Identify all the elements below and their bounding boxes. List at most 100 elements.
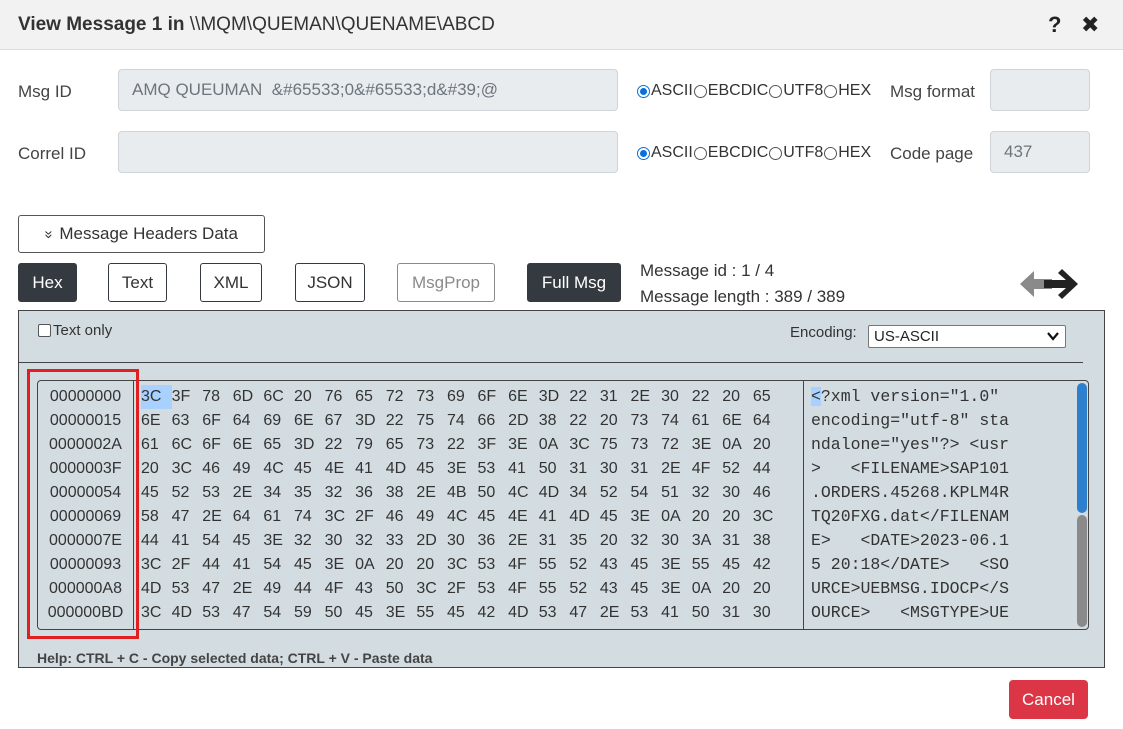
correl-id-field[interactable]: [118, 131, 618, 173]
hex-byte[interactable]: 4D: [172, 601, 203, 625]
hex-byte[interactable]: 4F: [692, 457, 723, 481]
hex-byte[interactable]: 52: [172, 481, 203, 505]
hex-byte[interactable]: 53: [661, 625, 692, 629]
hex-byte[interactable]: 49: [416, 625, 447, 629]
hex-byte[interactable]: 30: [600, 457, 631, 481]
hex-byte[interactable]: 47: [692, 625, 723, 629]
hex-byte[interactable]: 2E: [600, 601, 631, 625]
msg-format-field[interactable]: [990, 69, 1090, 111]
hex-byte[interactable]: 6C: [172, 433, 203, 457]
hex-byte[interactable]: 54: [722, 625, 753, 629]
hex-byte[interactable]: 72: [661, 433, 692, 457]
hex-byte[interactable]: 3E: [263, 529, 294, 553]
hex-byte[interactable]: 55: [539, 577, 570, 601]
hex-byte[interactable]: 20: [722, 505, 753, 529]
hex-byte[interactable]: 2E: [202, 505, 233, 529]
hex-byte[interactable]: 59: [294, 601, 325, 625]
hex-byte[interactable]: 53: [202, 481, 233, 505]
hex-byte[interactable]: 49: [233, 457, 264, 481]
hex-byte[interactable]: 45: [294, 625, 325, 629]
hex-byte[interactable]: 3E: [692, 433, 723, 457]
hex-byte[interactable]: 41: [233, 553, 264, 577]
hex-byte[interactable]: 64: [233, 505, 264, 529]
hex-byte[interactable]: 0A: [355, 553, 386, 577]
hex-byte[interactable]: 31: [631, 457, 662, 481]
hex-byte[interactable]: 4D: [569, 505, 600, 529]
hex-byte[interactable]: 53: [355, 625, 386, 629]
hex-byte[interactable]: 53: [172, 577, 203, 601]
hex-byte[interactable]: 36: [355, 481, 386, 505]
hex-byte[interactable]: 4B: [447, 481, 478, 505]
hex-byte[interactable]: 31: [722, 529, 753, 553]
hex-byte[interactable]: 41: [172, 529, 203, 553]
hex-byte[interactable]: 63: [172, 409, 203, 433]
hex-byte[interactable]: 44: [447, 625, 478, 629]
correl-id-radio-hex[interactable]: [824, 146, 838, 160]
hex-byte[interactable]: 41: [539, 505, 570, 529]
hex-byte[interactable]: 43: [355, 577, 386, 601]
hex-byte[interactable]: 65: [753, 385, 784, 409]
hex-byte[interactable]: 4D: [631, 625, 662, 629]
hex-byte[interactable]: 3E: [447, 457, 478, 481]
hex-byte[interactable]: 47: [202, 577, 233, 601]
hex-byte[interactable]: 3D: [294, 433, 325, 457]
hex-byte[interactable]: 42: [478, 601, 509, 625]
correl-id-radio-ebcdic[interactable]: [693, 146, 707, 160]
hex-byte[interactable]: 36: [478, 529, 509, 553]
hex-byte[interactable]: 45: [355, 601, 386, 625]
tab-text[interactable]: Text: [108, 263, 167, 302]
hex-byte[interactable]: 4F: [508, 553, 539, 577]
hex-byte[interactable]: 41: [661, 601, 692, 625]
hex-byte[interactable]: 58: [141, 505, 172, 529]
hex-byte[interactable]: 45: [294, 553, 325, 577]
hex-byte[interactable]: 79: [355, 433, 386, 457]
hex-byte[interactable]: 65: [263, 433, 294, 457]
hex-byte[interactable]: 50: [325, 601, 356, 625]
hex-byte[interactable]: 52: [325, 625, 356, 629]
hex-byte[interactable]: 45: [631, 577, 662, 601]
hex-byte[interactable]: 47: [569, 601, 600, 625]
hex-byte[interactable]: 31: [539, 529, 570, 553]
hex-byte[interactable]: 69: [447, 385, 478, 409]
hex-byte[interactable]: 3C: [141, 601, 172, 625]
hex-byte[interactable]: 64: [753, 409, 784, 433]
msg-id-radio-ebcdic[interactable]: [693, 84, 707, 98]
tab-json[interactable]: JSON: [295, 263, 365, 302]
hex-byte[interactable]: 4F: [325, 577, 356, 601]
hex-byte[interactable]: 78: [202, 385, 233, 409]
hex-byte[interactable]: 2F: [447, 577, 478, 601]
hex-byte[interactable]: 22: [569, 385, 600, 409]
hex-byte[interactable]: 3C: [569, 433, 600, 457]
hex-byte[interactable]: 20: [692, 505, 723, 529]
hex-byte[interactable]: 2E: [631, 385, 662, 409]
hex-byte[interactable]: 50: [478, 481, 509, 505]
cancel-button[interactable]: Cancel: [1009, 680, 1088, 719]
hex-byte[interactable]: 45: [447, 601, 478, 625]
hex-byte[interactable]: 52: [569, 553, 600, 577]
hex-byte[interactable]: 6F: [202, 409, 233, 433]
hex-byte[interactable]: 22: [325, 433, 356, 457]
hex-byte[interactable]: 20: [294, 385, 325, 409]
text-only-checkbox[interactable]: [38, 324, 51, 337]
hex-byte[interactable]: 2F: [172, 553, 203, 577]
hex-byte[interactable]: 52: [722, 457, 753, 481]
hex-byte[interactable]: 30: [661, 529, 692, 553]
hex-byte[interactable]: 66: [478, 409, 509, 433]
hex-byte[interactable]: 64: [233, 409, 264, 433]
hex-byte[interactable]: 6E: [722, 409, 753, 433]
hex-byte[interactable]: 46: [202, 457, 233, 481]
hex-byte[interactable]: 53: [478, 577, 509, 601]
hex-byte[interactable]: 31: [569, 457, 600, 481]
hex-byte[interactable]: 34: [569, 481, 600, 505]
hex-byte[interactable]: 3C: [416, 577, 447, 601]
hex-byte[interactable]: 38: [386, 481, 417, 505]
hex-byte[interactable]: 4F: [478, 625, 509, 629]
hex-byte[interactable]: 2E: [386, 625, 417, 629]
hex-byte[interactable]: 32: [294, 529, 325, 553]
hex-byte[interactable]: 49: [263, 577, 294, 601]
hex-byte[interactable]: 3E: [661, 553, 692, 577]
hex-byte[interactable]: 0A: [661, 505, 692, 529]
hex-byte[interactable]: 49: [416, 505, 447, 529]
hex-byte[interactable]: 65: [355, 385, 386, 409]
hex-byte[interactable]: 51: [661, 481, 692, 505]
